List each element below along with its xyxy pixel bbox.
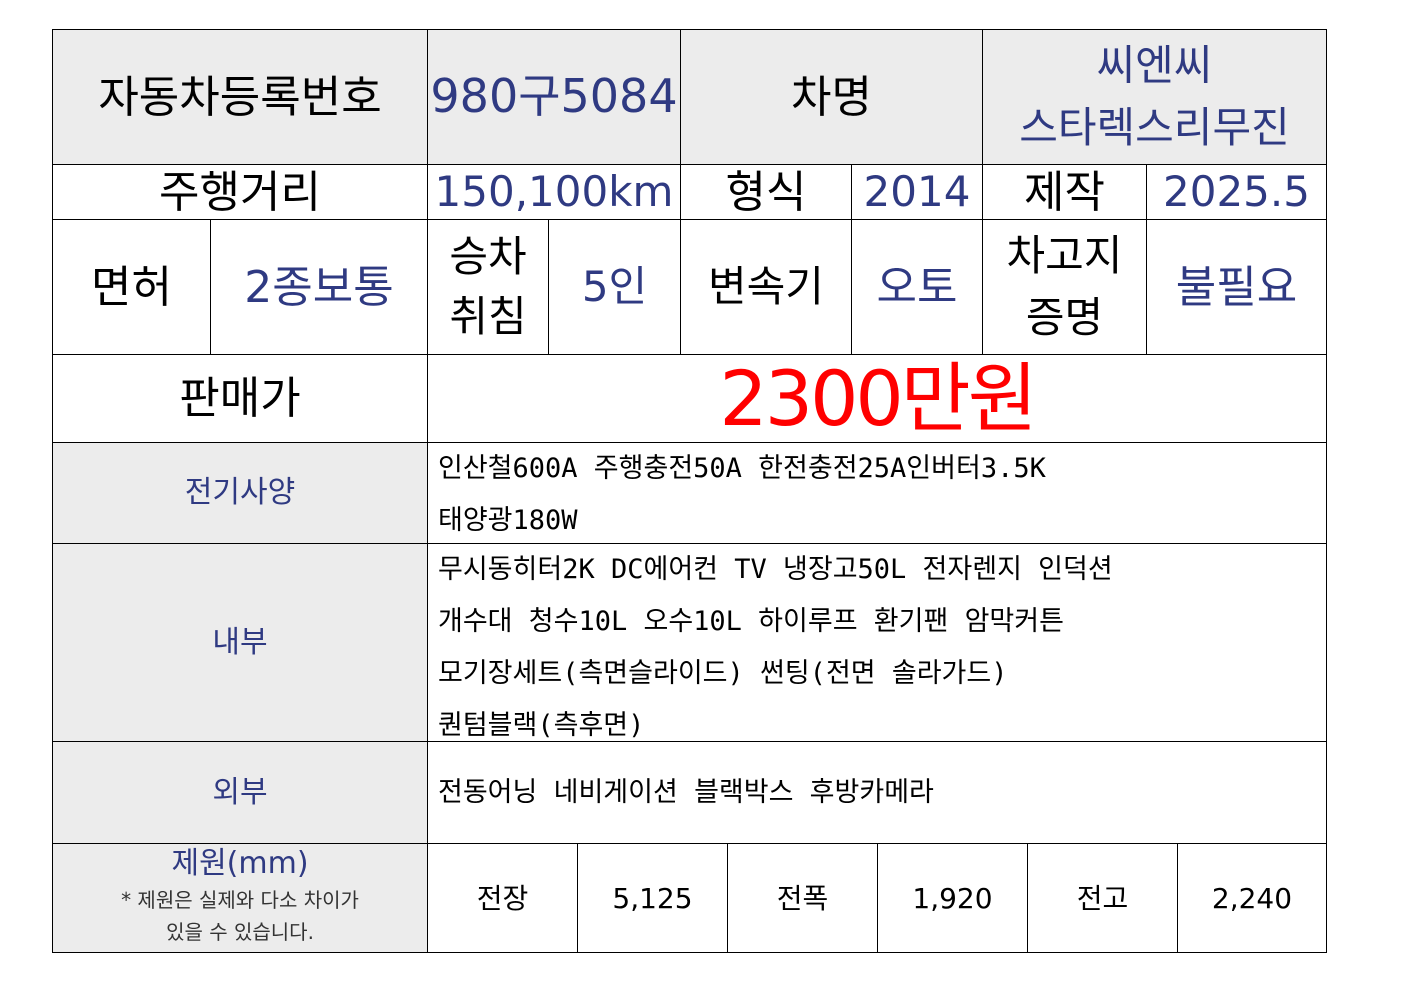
electrical-label: 전기사양 — [52, 442, 428, 544]
model-year-value: 2014 — [851, 164, 983, 220]
capacity-label-line-2: 취침 — [449, 292, 527, 341]
registration-number-label: 자동차등록번호 — [52, 29, 428, 165]
garage-label-line-2: 증명 — [1025, 293, 1104, 342]
transmission-label: 변속기 — [680, 219, 852, 355]
interior-line-4: 퀀텀블랙(측후면) — [438, 710, 645, 741]
interior-line-1: 무시동히터2K DC에어컨 TV 냉장고50L 전자렌지 인덕션 — [438, 554, 1113, 585]
license-label: 면허 — [52, 219, 211, 355]
vehicle-name-line-2: 스타렉스리무진 — [1019, 103, 1290, 152]
exterior-label: 외부 — [52, 741, 428, 844]
length-value: 5,125 — [577, 843, 728, 953]
vehicle-name-value: 씨엔씨 스타렉스리무진 — [982, 29, 1327, 165]
capacity-label: 승차 취침 — [427, 219, 549, 355]
transmission-value: 오토 — [851, 219, 983, 355]
height-value: 2,240 — [1177, 843, 1327, 953]
height-label: 전고 — [1027, 843, 1178, 953]
electrical-line-1: 인산철600A 주행충전50A 한전충전25A인버터3.5K — [438, 453, 1046, 484]
interior-line-2: 개수대 청수10L 오수10L 하이루프 환기팬 암막커튼 — [438, 606, 1064, 637]
interior-details: 무시동히터2K DC에어컨 TV 냉장고50L 전자렌지 인덕션 개수대 청수1… — [427, 543, 1327, 742]
width-label: 전폭 — [727, 843, 878, 953]
mileage-value: 150,100km — [427, 164, 681, 220]
garage-label-line-1: 차고지 — [1006, 231, 1123, 280]
exterior-details: 전동어닝 네비게이션 블랙박스 후방카메라 — [427, 741, 1327, 844]
license-value: 2종보통 — [210, 219, 428, 355]
length-label: 전장 — [427, 843, 578, 953]
dimensions-note-line-2: 있을 수 있습니다. — [166, 920, 314, 944]
dimensions-note-line-1: * 제원은 실제와 다소 차이가 — [121, 888, 359, 912]
capacity-label-line-1: 승차 — [449, 232, 527, 281]
dimensions-label-cell: 제원(mm) * 제원은 실제와 다소 차이가 있을 수 있습니다. — [52, 843, 428, 953]
vehicle-name-label: 차명 — [680, 29, 983, 165]
capacity-value: 5인 — [548, 219, 681, 355]
mileage-label: 주행거리 — [52, 164, 428, 220]
price-label: 판매가 — [52, 354, 428, 443]
interior-label: 내부 — [52, 543, 428, 742]
garage-certificate-value: 불필요 — [1146, 219, 1327, 355]
manufacture-value: 2025.5 — [1146, 164, 1327, 220]
interior-line-3: 모기장세트(측면슬라이드) 썬팅(전면 솔라가드) — [438, 658, 1008, 689]
exterior-line-1: 전동어닝 네비게이션 블랙박스 후방카메라 — [438, 776, 934, 808]
model-year-label: 형식 — [680, 164, 852, 220]
width-value: 1,920 — [877, 843, 1028, 953]
vehicle-name-line-1: 씨엔씨 — [1096, 41, 1213, 90]
vehicle-spec-sheet: 자동차등록번호 980구5084 차명 씨엔씨 스타렉스리무진 주행거리 150… — [0, 0, 1403, 992]
price-value: 2300만원 — [427, 354, 1327, 443]
electrical-details: 인산철600A 주행충전50A 한전충전25A인버터3.5K 태양광180W — [427, 442, 1327, 544]
dimensions-label: 제원(mm) — [171, 846, 309, 881]
registration-number-value: 980구5084 — [427, 29, 681, 165]
electrical-line-2: 태양광180W — [438, 505, 578, 536]
manufacture-label: 제작 — [982, 164, 1147, 220]
garage-certificate-label: 차고지 증명 — [982, 219, 1147, 355]
